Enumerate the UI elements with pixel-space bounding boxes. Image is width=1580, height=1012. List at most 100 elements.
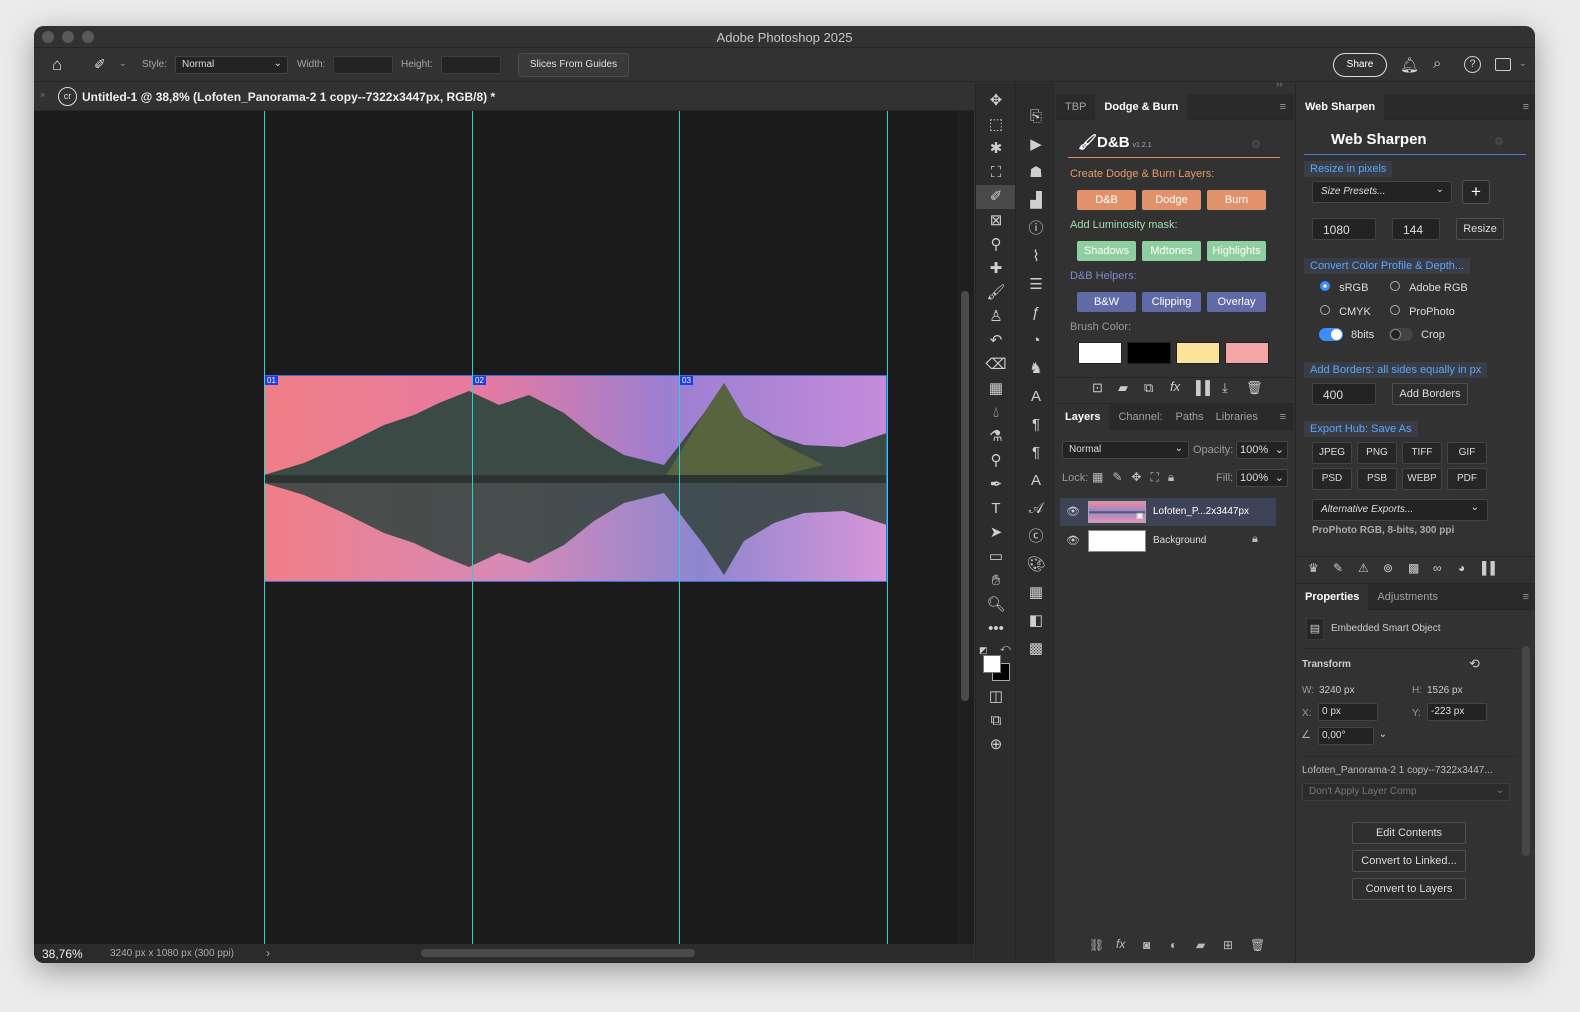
chevron-down-icon[interactable]: ⌄ bbox=[1519, 58, 1527, 69]
border-size-input[interactable]: 400 bbox=[1312, 383, 1376, 405]
guide-line[interactable] bbox=[264, 111, 265, 944]
convert-to-layers-button[interactable]: Convert to Layers bbox=[1352, 878, 1466, 900]
download-icon[interactable]: ⤓ bbox=[1222, 380, 1228, 396]
marquee-tool-icon[interactable]: ⬚ bbox=[976, 113, 1016, 137]
group-folder-icon[interactable]: ▰ bbox=[1196, 938, 1205, 952]
styles-fx-icon[interactable]: ƒ bbox=[1016, 301, 1056, 329]
size-presets-select[interactable]: Size Presets... ⌄ bbox=[1312, 181, 1452, 203]
trash-icon[interactable]: 🗑︎ bbox=[1250, 938, 1265, 952]
home-icon[interactable]: ⌂ bbox=[52, 55, 62, 75]
slice-label[interactable]: 03 bbox=[680, 376, 693, 385]
layer-row[interactable]: 👁︎ ▣ Lofoten_P...2x3447px bbox=[1060, 498, 1276, 526]
tab-channels[interactable]: Channel: bbox=[1109, 404, 1171, 430]
add-preset-button[interactable]: + bbox=[1462, 180, 1490, 204]
brush-color-white[interactable] bbox=[1078, 342, 1122, 364]
paragraph-styles-icon[interactable]: ¶ bbox=[1016, 441, 1056, 469]
tab-tbp[interactable]: TBP bbox=[1056, 94, 1095, 120]
pencil-icon[interactable]: ✎ bbox=[1333, 561, 1343, 575]
histogram-icon[interactable]: ▟ bbox=[1016, 189, 1056, 217]
eye-icon[interactable]: 👁︎ bbox=[1066, 534, 1080, 547]
paragraph-icon[interactable]: ¶ bbox=[1016, 413, 1056, 441]
overlay-button[interactable]: Overlay bbox=[1207, 292, 1266, 312]
dodge-tool-icon[interactable]: ⚗ bbox=[976, 425, 1016, 449]
properties-scrollbar-thumb[interactable] bbox=[1522, 646, 1530, 856]
search-icon[interactable]: ⌕ bbox=[1433, 55, 1441, 72]
screenshot-icon[interactable]: ⊡ bbox=[1092, 380, 1103, 396]
character-styles-icon[interactable]: A bbox=[1016, 469, 1056, 497]
canvas-area[interactable]: 01 02 03 bbox=[34, 111, 957, 944]
healing-brush-icon[interactable]: ✚ bbox=[976, 257, 1016, 281]
shadows-button[interactable]: Shadows bbox=[1077, 241, 1136, 261]
sharpen-amount-input[interactable]: 144 bbox=[1392, 218, 1440, 240]
actions-play-icon[interactable]: ▶ bbox=[1016, 133, 1056, 161]
stamp-tool-icon[interactable]: ♙ bbox=[976, 305, 1016, 329]
chevron-down-icon[interactable]: ⌄ bbox=[119, 58, 127, 69]
lock-all-icon[interactable]: 🔒︎ bbox=[1168, 470, 1183, 484]
columns-icon[interactable]: ▌▌ bbox=[1196, 380, 1214, 395]
share-tool-icon[interactable]: ⊕ bbox=[976, 733, 1016, 757]
tab-web-sharpen[interactable]: Web Sharpen bbox=[1296, 94, 1385, 120]
lock-position-icon[interactable]: ✥ bbox=[1131, 470, 1150, 484]
x-position-input[interactable]: 0 px bbox=[1318, 703, 1378, 721]
highlights-button[interactable]: Highlights bbox=[1207, 241, 1266, 261]
resize-button[interactable]: Resize bbox=[1456, 218, 1504, 240]
history-brush-icon[interactable]: ↶ bbox=[976, 329, 1016, 353]
burn-button[interactable]: Burn bbox=[1207, 190, 1266, 210]
info-icon[interactable]: ⓘ bbox=[1016, 217, 1056, 245]
grid-icon[interactable]: ▦ bbox=[1016, 581, 1056, 609]
edit-contents-button[interactable]: Edit Contents bbox=[1352, 822, 1466, 844]
eraser-icon[interactable]: ⌫ bbox=[976, 353, 1016, 377]
gear-icon[interactable]: ⚙ bbox=[1251, 138, 1261, 151]
frame-tool-icon[interactable]: ⊠ bbox=[976, 209, 1016, 233]
blend-mode-select[interactable]: Normal ⌄ bbox=[1062, 441, 1189, 459]
help-icon[interactable]: ? bbox=[1464, 56, 1481, 73]
eyedropper-icon[interactable]: ⚲ bbox=[976, 233, 1016, 257]
gradients-icon[interactable]: ◧ bbox=[1016, 609, 1056, 637]
brush-color-yellow[interactable] bbox=[1176, 342, 1220, 364]
tab-adjustments[interactable]: Adjustments bbox=[1368, 584, 1447, 610]
foreground-color-swatch[interactable] bbox=[983, 655, 1001, 673]
bell-icon[interactable]: 🔔︎ bbox=[1400, 56, 1419, 74]
y-position-input[interactable]: -223 px bbox=[1427, 703, 1487, 721]
trash-icon[interactable]: 🗑︎ bbox=[1246, 380, 1263, 396]
quick-mask-icon[interactable]: ◫ bbox=[976, 685, 1016, 709]
brushes-icon[interactable]: ⌇ bbox=[1016, 245, 1056, 273]
panel-menu-icon[interactable]: ≡ bbox=[1523, 94, 1529, 120]
pen-tool-icon[interactable]: ✒ bbox=[976, 473, 1016, 497]
tab-dodge-burn[interactable]: Dodge & Burn bbox=[1095, 94, 1188, 120]
slice-tool-icon[interactable]: ✐ bbox=[94, 56, 106, 73]
fx-icon[interactable]: fx bbox=[1170, 379, 1180, 394]
guide-line[interactable] bbox=[472, 111, 473, 944]
binoculars-icon[interactable]: ∞ bbox=[1433, 561, 1442, 575]
slice-label[interactable]: 02 bbox=[473, 376, 486, 385]
eye-icon[interactable]: 👁︎ bbox=[1066, 505, 1080, 518]
height-input[interactable] bbox=[441, 56, 501, 74]
panel-menu-icon[interactable]: ≡ bbox=[1280, 94, 1286, 120]
gear-icon[interactable]: ⚙ bbox=[1494, 135, 1504, 148]
convert-to-linked-button[interactable]: Convert to Linked... bbox=[1352, 850, 1466, 872]
slice-tool-icon[interactable]: ✐ bbox=[976, 185, 1016, 209]
crop-toggle[interactable] bbox=[1389, 328, 1413, 341]
path-selection-icon[interactable]: ➤ bbox=[976, 521, 1016, 545]
warning-icon[interactable]: ⚠ bbox=[1358, 561, 1369, 575]
fill-input[interactable]: 100% ⌄ bbox=[1236, 469, 1288, 487]
alternative-exports-select[interactable]: Alternative Exports... ⌄ bbox=[1312, 499, 1488, 521]
folder-icon[interactable]: ▰ bbox=[1118, 380, 1128, 396]
dnb-button[interactable]: D&B bbox=[1077, 190, 1136, 210]
add-mask-icon[interactable]: ◙ bbox=[1143, 938, 1150, 952]
opacity-input[interactable]: 100% ⌄ bbox=[1236, 441, 1288, 459]
lock-pixels-icon[interactable]: ✎ bbox=[1112, 470, 1131, 484]
hand-tool-icon[interactable]: ✋︎ bbox=[976, 569, 1016, 593]
export-png-button[interactable]: PNG bbox=[1357, 442, 1397, 464]
dodge-button[interactable]: Dodge bbox=[1142, 190, 1201, 210]
share-button[interactable]: Share bbox=[1333, 53, 1387, 77]
zoom-level[interactable]: 38,76% bbox=[42, 947, 83, 961]
swap-colors-icon[interactable]: ⤺ bbox=[1000, 643, 1011, 654]
rotation-input[interactable]: 0,00° ⌄ bbox=[1318, 727, 1387, 745]
glyph-icon[interactable]: ☗ bbox=[1016, 161, 1056, 189]
brush-color-black[interactable] bbox=[1127, 342, 1171, 364]
panel-menu-icon[interactable]: ≡ bbox=[1523, 584, 1529, 610]
vertical-scrollbar[interactable] bbox=[957, 111, 974, 944]
tab-paths[interactable]: Paths bbox=[1172, 404, 1208, 430]
export-jpeg-button[interactable]: JPEG bbox=[1312, 442, 1352, 464]
